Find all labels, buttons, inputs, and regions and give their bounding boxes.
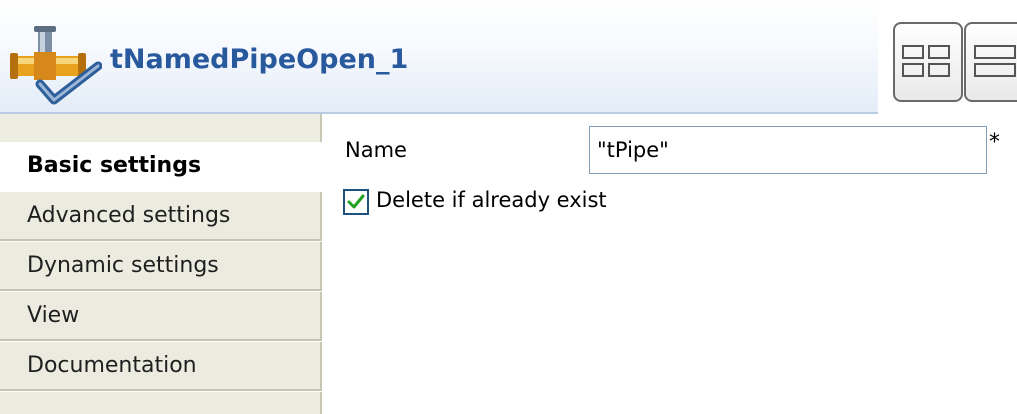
two-column-layout-icon bbox=[902, 45, 950, 77]
single-column-layout-button[interactable] bbox=[964, 22, 1017, 102]
named-pipe-component-icon bbox=[10, 26, 102, 105]
settings-tab-list: Basic settings Advanced settings Dynamic… bbox=[0, 114, 322, 414]
component-header: tNamedPipeOpen_1 bbox=[0, 0, 1017, 112]
two-column-layout-button[interactable] bbox=[893, 22, 963, 102]
name-field[interactable] bbox=[589, 126, 987, 174]
tab-documentation[interactable]: Documentation bbox=[0, 342, 322, 391]
tab-view[interactable]: View bbox=[0, 292, 322, 341]
checkmark-icon bbox=[347, 194, 365, 209]
component-title: tNamedPipeOpen_1 bbox=[110, 44, 409, 75]
delete-if-exists-checkbox[interactable] bbox=[343, 189, 369, 215]
delete-if-exists-label[interactable]: Delete if already exist bbox=[376, 188, 607, 212]
tab-dynamic-settings[interactable]: Dynamic settings bbox=[0, 242, 322, 291]
tab-basic-settings[interactable]: Basic settings bbox=[0, 142, 322, 191]
tab-advanced-settings[interactable]: Advanced settings bbox=[0, 192, 322, 241]
tab-list-top-spacer bbox=[0, 114, 322, 142]
single-column-layout-icon bbox=[974, 45, 1016, 77]
name-label: Name bbox=[345, 138, 407, 162]
required-marker: * bbox=[989, 130, 1000, 155]
tab-list-bottom-spacer bbox=[0, 392, 322, 414]
